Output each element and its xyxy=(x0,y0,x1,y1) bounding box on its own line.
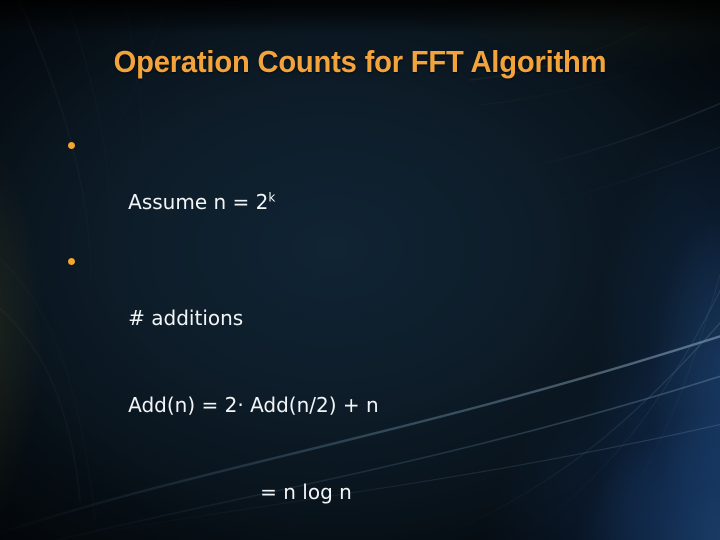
bullet-item-additions: # additions xyxy=(58,246,668,362)
equation-text-add-result: = n log n xyxy=(260,480,352,504)
bullet-dot-icon xyxy=(68,258,75,265)
bullet-text-additions: # additions xyxy=(128,306,244,330)
slide-title: Operation Counts for FFT Algorithm xyxy=(113,44,607,79)
equation-add-recurrence: Add(n) = 2· Add(n/2) + n xyxy=(58,362,668,449)
bullet-dot-icon xyxy=(68,142,75,149)
bullet-text-assume-before: Assume n = 2 xyxy=(128,190,269,214)
bullet-item-multiplications: # multiplications xyxy=(58,536,668,540)
background-top-shade xyxy=(0,0,720,34)
equation-text-add: Add(n) = 2· Add(n/2) + n xyxy=(128,393,379,417)
superscript-k: k xyxy=(268,190,276,205)
presentation-slide: Operation Counts for FFT Algorithm Assum… xyxy=(0,0,720,540)
equation-add-result: = n log n xyxy=(58,449,668,536)
slide-body-content: Assume n = 2k # additions Add(n) = 2· Ad… xyxy=(58,130,668,540)
bullet-item-assume: Assume n = 2k xyxy=(58,130,668,246)
